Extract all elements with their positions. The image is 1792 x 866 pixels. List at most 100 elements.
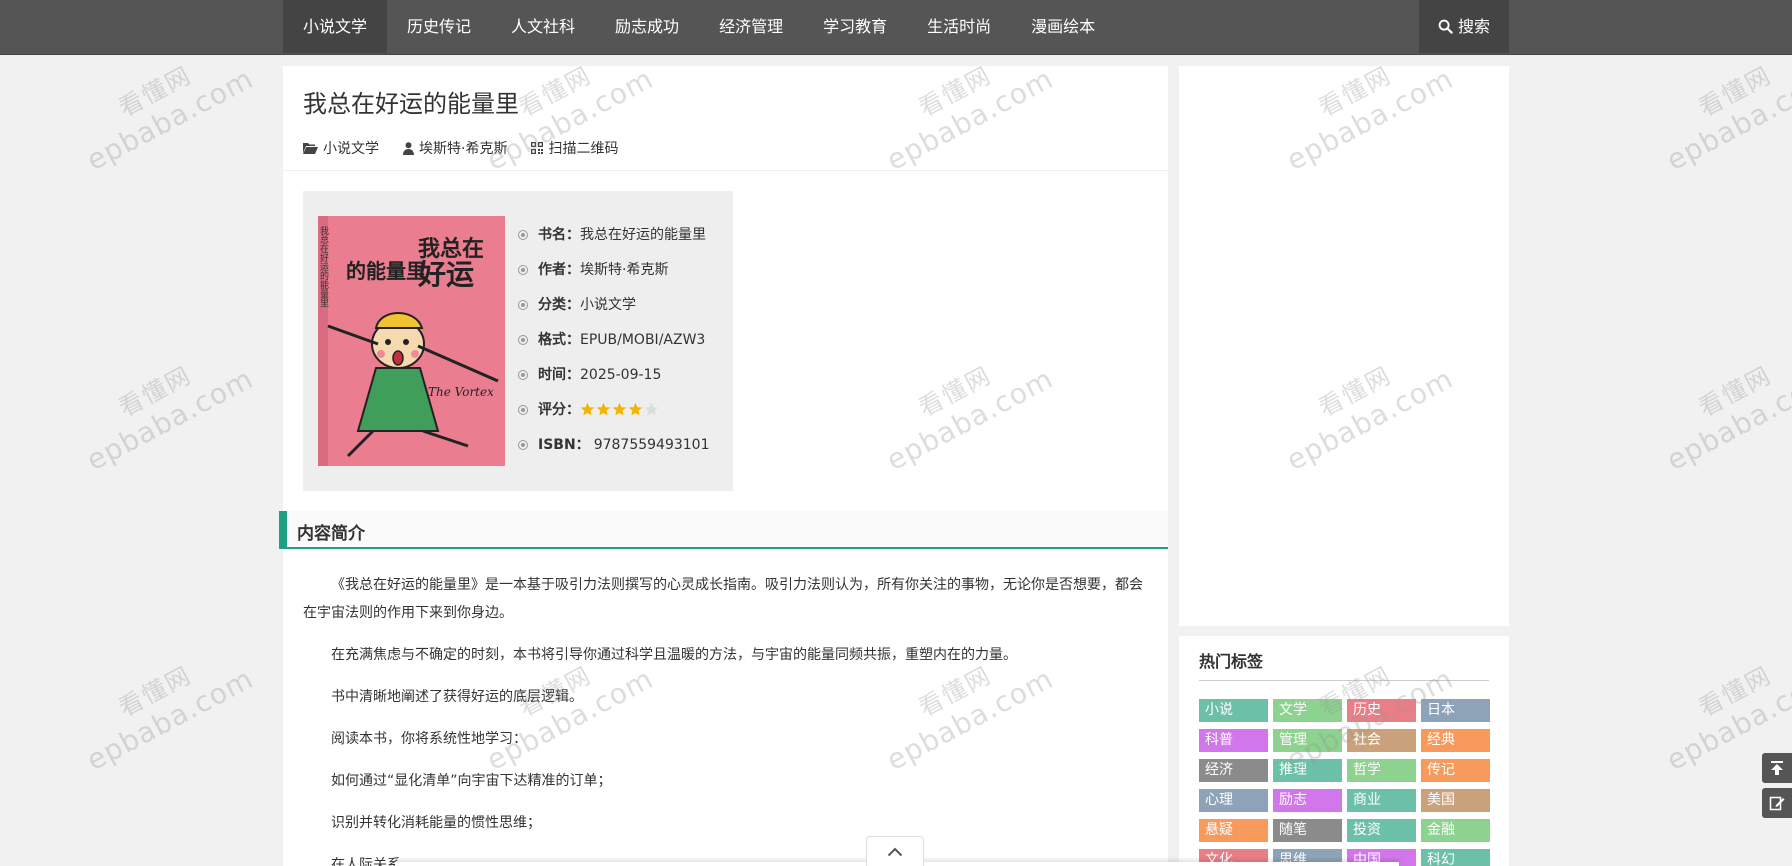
expand-panel-button[interactable] (866, 836, 924, 866)
nav-item-history[interactable]: 历史传记 (387, 0, 491, 53)
intro-section-header: 内容简介 (279, 511, 1168, 549)
tag-item[interactable]: 科幻 (1421, 849, 1490, 866)
rating-stars (580, 402, 659, 417)
bullet-icon (518, 264, 528, 275)
search-icon (1438, 19, 1453, 34)
book-name-value: 我总在好运的能量里 (580, 226, 706, 243)
star-icon (628, 402, 643, 416)
meta-category[interactable]: 小说文学 (303, 138, 379, 158)
book-author-value: 埃斯特·希克斯 (580, 261, 669, 278)
intro-paragraph: 《我总在好运的能量里》是一本基于吸引力法则撰写的心灵成长指南。吸引力法则认为，所… (303, 577, 1143, 621)
intro-heading: 内容简介 (297, 524, 365, 544)
intro-paragraph: 阅读本书，你将系统性地学习： (331, 731, 527, 747)
tag-item[interactable]: 随笔 (1273, 819, 1342, 842)
tag-item[interactable]: 科普 (1199, 729, 1268, 752)
bullet-icon (518, 439, 528, 450)
info-row-rating: 评分： (518, 392, 709, 427)
tag-item[interactable]: 经济 (1199, 759, 1268, 782)
tag-item[interactable]: 管理 (1273, 729, 1342, 752)
nav-item-education[interactable]: 学习教育 (803, 0, 907, 53)
back-to-top-button[interactable] (1762, 753, 1792, 783)
tag-item[interactable]: 悬疑 (1199, 819, 1268, 842)
nav-item-humanities[interactable]: 人文社科 (491, 0, 595, 53)
cover-spine-text: 我总在好运的能量里 (318, 226, 329, 307)
intro-paragraph: 书中清晰地阐述了获得好运的底层逻辑。 (331, 689, 583, 705)
tag-item[interactable]: 日本 (1421, 699, 1490, 722)
arrow-to-top-icon (1771, 761, 1783, 775)
tag-item[interactable]: 哲学 (1347, 759, 1416, 782)
tag-item[interactable]: 励志 (1273, 789, 1342, 812)
star-icon (580, 402, 595, 416)
tag-item[interactable]: 商业 (1347, 789, 1416, 812)
chevron-up-icon (887, 847, 903, 856)
tag-item[interactable]: 传记 (1421, 759, 1490, 782)
info-row-date: 时间： 2025-09-15 (518, 357, 709, 392)
book-date-value: 2025-09-15 (580, 366, 662, 383)
intro-content: 《我总在好运的能量里》是一本基于吸引力法则撰写的心灵成长指南。吸引力法则认为，所… (303, 571, 1148, 866)
nav-item-comics[interactable]: 漫画绘本 (1011, 0, 1115, 53)
folder-open-icon (303, 143, 318, 154)
bullet-icon (518, 334, 528, 345)
tag-item[interactable]: 心理 (1199, 789, 1268, 812)
meta-author[interactable]: 埃斯特·希克斯 (403, 138, 507, 158)
book-cover-illustration: 我总在好运的能量里 我总在 好运 的能量里 The Vortex (318, 216, 505, 466)
bullet-icon (518, 369, 528, 380)
post-meta: 小说文学 埃斯特·希克斯 扫描二维码 (303, 138, 618, 158)
tag-item[interactable]: 经典 (1421, 729, 1490, 752)
nav-item-lifestyle[interactable]: 生活时尚 (907, 0, 1011, 53)
hot-tags-title: 热门标签 (1199, 652, 1264, 671)
hot-tags-divider (1199, 680, 1489, 681)
tag-item[interactable]: 社会 (1347, 729, 1416, 752)
tag-item[interactable]: 投资 (1347, 819, 1416, 842)
bullet-icon (518, 404, 528, 415)
search-label: 搜索 (1457, 17, 1490, 36)
feedback-button[interactable] (1762, 788, 1792, 818)
intro-paragraph: 如何通过“显化清单”向宇宙下达精准的订单； (331, 773, 612, 789)
cover-caption: The Vortex (428, 385, 494, 399)
tag-cloud: 小说 文学 历史 日本科普 管理 社会 经典经济 推理 哲学 传记心理 励志 商业 美国悬疑 随笔 投资 金融… (1199, 699, 1499, 866)
article-card: 我总在好运的能量里 小说文学 埃斯特·希克斯 扫描二维码 我总在好运的能量里 我… (279, 66, 1168, 866)
watermark: 看懂网 epbaba.com (1661, 360, 1792, 478)
qrcode-icon (531, 142, 544, 154)
category-nav: 小说文学 历史传记 人文社科 励志成功 经济管理 学习教育 生活时尚 漫画绘本 (283, 0, 1115, 55)
star-icon (644, 402, 659, 416)
intro-paragraph: 识别并转化消耗能量的惯性思维； (331, 815, 541, 831)
star-icon (596, 402, 611, 416)
tag-item[interactable]: 小说 (1199, 699, 1268, 722)
book-info-list: 书名： 我总在好运的能量里 作者： 埃斯特·希克斯 分类： 小说文学 格式： EPUB/… (518, 217, 709, 462)
intro-paragraph: 在充满焦虑与不确定的时刻，本书将引导你通过科学且温暖的方法，与宇宙的能量同频共振… (331, 647, 1017, 663)
meta-divider (283, 170, 1168, 171)
meta-qrcode[interactable]: 扫描二维码 (531, 138, 618, 158)
meta-qrcode-label: 扫描二维码 (548, 141, 619, 157)
tag-item[interactable]: 历史 (1347, 699, 1416, 722)
tag-item[interactable]: 推理 (1273, 759, 1342, 782)
tag-item[interactable]: 美国 (1421, 789, 1490, 812)
search-button[interactable]: 搜索 (1419, 0, 1509, 53)
info-row-name: 书名： 我总在好运的能量里 (518, 217, 709, 252)
nav-item-fiction[interactable]: 小说文学 (283, 0, 388, 53)
info-row-author: 作者： 埃斯特·希克斯 (518, 252, 709, 287)
bullet-icon (518, 299, 528, 310)
page-title: 我总在好运的能量里 (303, 90, 519, 118)
watermark: 看懂网 epbaba.com (81, 660, 259, 778)
tag-item[interactable]: 金融 (1421, 819, 1490, 842)
tag-item[interactable]: 文学 (1273, 699, 1342, 722)
book-info-box: 我总在好运的能量里 我总在 好运 的能量里 The Vortex 书名： 我总在好… (303, 191, 733, 491)
nav-item-inspiration[interactable]: 励志成功 (595, 0, 699, 53)
edit-icon (1769, 796, 1785, 811)
bullet-icon (518, 229, 528, 240)
book-cover: 我总在好运的能量里 我总在 好运 的能量里 The Vortex (318, 216, 505, 466)
info-row-isbn: ISBN： 9787559493101 (518, 427, 709, 462)
book-isbn-value: 9787559493101 (593, 436, 710, 453)
user-icon (403, 141, 414, 155)
book-category-value: 小说文学 (580, 296, 636, 313)
watermark: 看懂网 epbaba.com (81, 360, 259, 478)
cover-title-c: 的能量里 (346, 259, 426, 283)
nav-item-economics[interactable]: 经济管理 (699, 0, 803, 53)
meta-category-label: 小说文学 (323, 141, 379, 157)
meta-author-label: 埃斯特·希克斯 (419, 141, 508, 157)
book-format-value: EPUB/MOBI/AZW3 (580, 331, 706, 348)
info-row-format: 格式： EPUB/MOBI/AZW3 (518, 322, 709, 357)
top-navbar: 小说文学 历史传记 人文社科 励志成功 经济管理 学习教育 生活时尚 漫画绘本 … (0, 0, 1792, 55)
sidebar-ad-area (1179, 66, 1509, 626)
